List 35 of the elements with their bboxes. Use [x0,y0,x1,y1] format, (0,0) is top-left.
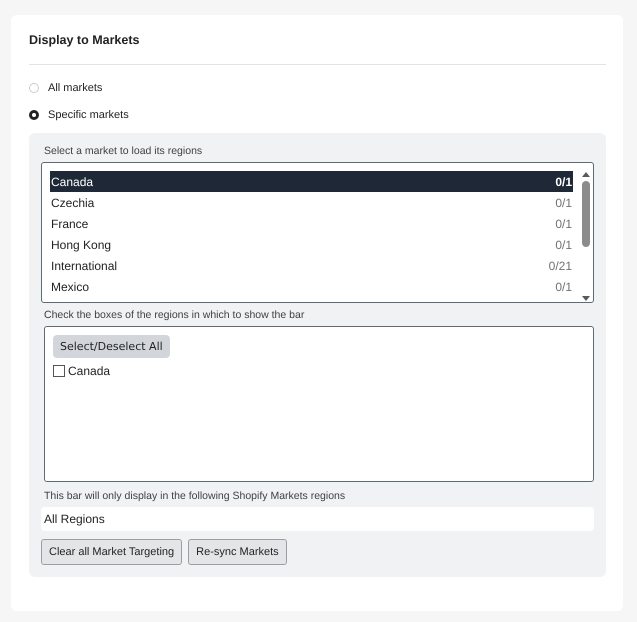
checkbox[interactable] [53,365,65,377]
summary-label: This bar will only display in the following Shopify Markets regions [44,490,346,502]
market-name: Mexico [51,280,90,294]
scroll-down-icon[interactable] [581,295,591,302]
market-count: 0/1 [555,216,572,230]
regions-field: All Regions [41,507,594,531]
market-option[interactable]: Hong Kong 0/1 [50,234,573,255]
select-all-button[interactable]: Select/Deselect All [53,335,170,358]
market-listbox[interactable]: Canada 0/1 Czechia 0/1 France 0/1 Hong Kong 0/1 International 0/21 Mexico 0/1 [41,162,594,303]
market-count: 0/1 [555,174,572,188]
market-option[interactable]: France 0/1 [50,213,573,234]
radio-option[interactable]: All markets [29,81,606,95]
scroll-up-icon[interactable] [581,171,591,178]
radio-option[interactable]: Specific markets [29,108,606,122]
market-option[interactable]: Mexico 0/1 [50,276,573,297]
regions-label: Check the boxes of the regions in which to show the bar [44,309,306,321]
market-option[interactable]: International 0/21 [50,255,573,276]
market-name: Czechia [51,196,94,210]
market-name: Hong Kong [51,238,112,252]
market-name: France [51,216,88,230]
market-option[interactable]: Canada 0/1 [50,171,573,192]
action-button[interactable]: Clear all Market Targeting [41,539,182,565]
market-option[interactable]: Czechia 0/1 [50,192,573,213]
market-count: 0/1 [555,280,572,294]
market-name: Canada [51,174,94,188]
radio-icon[interactable] [29,110,39,120]
market-count: 0/21 [548,258,572,272]
card-title: Display to Markets [29,33,140,47]
market-count: 0/1 [555,196,572,210]
action-button[interactable]: Re-sync Markets [188,539,287,565]
scrollbar[interactable] [581,171,591,302]
list-label: Select a market to load its regions [44,145,204,157]
market-name: International [51,258,118,272]
region-label[interactable]: Canada [68,364,110,378]
market-count: 0/1 [555,238,572,252]
